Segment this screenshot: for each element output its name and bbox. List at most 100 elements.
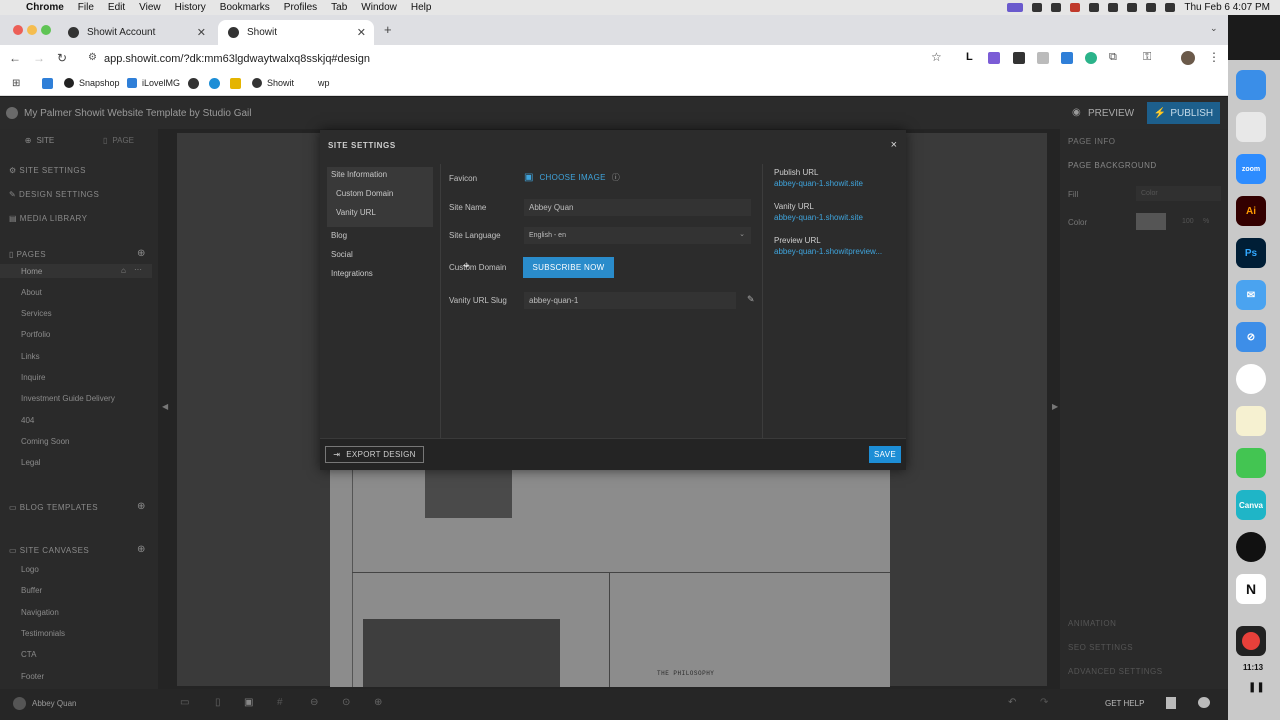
- close-icon[interactable]: ×: [891, 139, 897, 151]
- screen-record-icon[interactable]: [1007, 3, 1024, 12]
- page-legal[interactable]: Legal: [21, 458, 41, 467]
- showit-logo-icon[interactable]: [6, 107, 18, 119]
- tab-showit-account[interactable]: Showit Account ✕: [58, 20, 214, 45]
- extension-l-icon[interactable]: L: [966, 51, 973, 63]
- extension-v-icon[interactable]: [988, 52, 1000, 64]
- add-canvas-icon[interactable]: ⊕: [137, 544, 145, 555]
- menu-file[interactable]: File: [78, 2, 94, 13]
- nav-site-information[interactable]: Site Information: [331, 170, 387, 179]
- tab-showit[interactable]: Showit ✕: [218, 20, 374, 45]
- minimize-window-icon[interactable]: [27, 25, 37, 35]
- chat-icon[interactable]: [1198, 697, 1210, 708]
- save-button[interactable]: SAVE: [869, 446, 901, 463]
- page-links[interactable]: Links: [21, 352, 40, 361]
- blog-templates-header[interactable]: ▭ BLOG TEMPLATES: [9, 503, 98, 512]
- export-design-button[interactable]: ⇥ EXPORT DESIGN: [325, 446, 424, 463]
- page-portfolio[interactable]: Portfolio: [21, 330, 50, 339]
- chrome-menu-icon[interactable]: ⋮: [1208, 50, 1220, 64]
- safari-icon[interactable]: ⊘: [1236, 322, 1266, 352]
- redo-icon[interactable]: ↷: [1040, 697, 1048, 708]
- bookmark-extra-icon[interactable]: [188, 78, 199, 89]
- nav-custom-domain[interactable]: Custom Domain: [336, 189, 393, 198]
- finder-icon[interactable]: [1236, 70, 1266, 100]
- bookmark-ilovelmg[interactable]: iLovelMG: [127, 78, 180, 88]
- animation-header[interactable]: ANIMATION: [1068, 619, 1116, 628]
- edit-pencil-icon[interactable]: ✎: [747, 294, 755, 305]
- design-settings-link[interactable]: ✎ DESIGN SETTINGS: [9, 190, 99, 199]
- menu-edit[interactable]: Edit: [108, 2, 125, 13]
- collapse-right-icon[interactable]: ▶: [1052, 402, 1058, 411]
- search-icon[interactable]: [1146, 3, 1157, 12]
- site-name-input[interactable]: Abbey Quan: [524, 199, 751, 216]
- vanity-url-link[interactable]: abbey-quan-1.showit.site: [774, 213, 863, 222]
- chrome-icon[interactable]: [1236, 364, 1266, 394]
- menubar-clock[interactable]: Thu Feb 6 4:07 PM: [1184, 2, 1270, 13]
- site-canvases-header[interactable]: ▭ SITE CANVASES: [9, 546, 89, 555]
- site-info-icon[interactable]: ⚙: [88, 52, 97, 63]
- launchpad-icon[interactable]: [1236, 112, 1266, 142]
- notion-icon[interactable]: N: [1236, 574, 1266, 604]
- page-services[interactable]: Services: [21, 309, 52, 318]
- collapse-left-icon[interactable]: ◀: [162, 402, 168, 411]
- menu-history[interactable]: History: [175, 2, 206, 13]
- zoom-icon[interactable]: zoom: [1236, 154, 1266, 184]
- help-circle-icon[interactable]: ⓘ: [612, 172, 620, 183]
- notes-icon[interactable]: [1236, 406, 1266, 436]
- canvas-testimonials[interactable]: Testimonials: [21, 629, 65, 638]
- back-icon[interactable]: ←: [9, 51, 21, 65]
- nav-blog[interactable]: Blog: [331, 231, 347, 240]
- reload-icon[interactable]: ↻: [57, 51, 67, 65]
- messages-icon[interactable]: [1236, 448, 1266, 478]
- extension-camera-icon[interactable]: [1037, 52, 1049, 64]
- zoom-in-icon[interactable]: ⊕: [374, 697, 382, 708]
- desktop-mode-icon[interactable]: ▣: [244, 697, 253, 708]
- canvas-footer[interactable]: Footer: [21, 672, 44, 681]
- pages-section-header[interactable]: ▯ PAGES: [9, 250, 46, 259]
- bookmark-star-icon[interactable]: ☆: [931, 50, 942, 64]
- forward-icon[interactable]: →: [33, 51, 45, 65]
- canvas-buffer[interactable]: Buffer: [21, 586, 42, 595]
- password-key-icon[interactable]: ⚿: [1143, 51, 1151, 64]
- preview-url-link[interactable]: abbey-quan-1.showitpreview...: [774, 247, 882, 256]
- notion-menu-icon[interactable]: [1051, 3, 1062, 12]
- seo-settings-header[interactable]: SEO SETTINGS: [1068, 643, 1133, 652]
- add-blog-template-icon[interactable]: ⊕: [137, 501, 145, 512]
- close-window-icon[interactable]: [13, 25, 23, 35]
- advanced-settings-header[interactable]: ADVANCED SETTINGS: [1068, 667, 1163, 676]
- user-name[interactable]: Abbey Quan: [32, 699, 76, 708]
- close-tab-icon[interactable]: ✕: [197, 26, 206, 39]
- wifi-icon[interactable]: [1108, 3, 1119, 12]
- photoshop-icon[interactable]: Ps: [1236, 238, 1266, 268]
- extension-grammarly-icon[interactable]: [1085, 52, 1097, 64]
- zoom-fit-icon[interactable]: ⊙: [342, 697, 350, 708]
- publish-button[interactable]: ⚡ PUBLISH: [1147, 102, 1220, 124]
- page-404[interactable]: 404: [21, 416, 34, 425]
- fill-select[interactable]: Color: [1136, 186, 1221, 201]
- desktop-view-icon[interactable]: ▭: [180, 697, 189, 708]
- profile-avatar[interactable]: [1181, 51, 1195, 65]
- undo-icon[interactable]: ↶: [1008, 697, 1016, 708]
- menu-tab[interactable]: Tab: [331, 2, 347, 13]
- menu-profiles[interactable]: Profiles: [284, 2, 317, 13]
- pause-icon[interactable]: ❚❚: [1248, 682, 1265, 693]
- menu-bookmarks[interactable]: Bookmarks: [220, 2, 270, 13]
- illustrator-icon[interactable]: Ai: [1236, 196, 1266, 226]
- more-options-icon[interactable]: ···: [134, 265, 142, 274]
- page-investment-guide[interactable]: Investment Guide Delivery: [21, 394, 115, 403]
- maximize-window-icon[interactable]: [41, 25, 51, 35]
- apps-grid-icon[interactable]: ⊞: [12, 78, 20, 89]
- recording-stop-button[interactable]: [1236, 626, 1266, 656]
- control-center-icon[interactable]: [1165, 3, 1176, 12]
- add-page-icon[interactable]: ⊕: [137, 248, 145, 259]
- get-help-button[interactable]: GET HELP: [1105, 699, 1144, 708]
- bookmark-wp[interactable]: wp: [318, 78, 330, 88]
- site-settings-link[interactable]: ⚙ SITE SETTINGS: [9, 166, 86, 175]
- page-home[interactable]: Home: [21, 267, 42, 276]
- tab-search-icon[interactable]: ⌄: [1210, 23, 1218, 34]
- choose-image-button[interactable]: ▣ CHOOSE IMAGE ⓘ: [524, 172, 620, 183]
- menu-window[interactable]: Window: [361, 2, 397, 13]
- extensions-puzzle-icon[interactable]: ⧉: [1109, 51, 1117, 64]
- close-tab-icon[interactable]: ✕: [357, 26, 366, 39]
- page-info-header[interactable]: PAGE INFO: [1068, 137, 1115, 146]
- canvas-navigation[interactable]: Navigation: [21, 608, 59, 617]
